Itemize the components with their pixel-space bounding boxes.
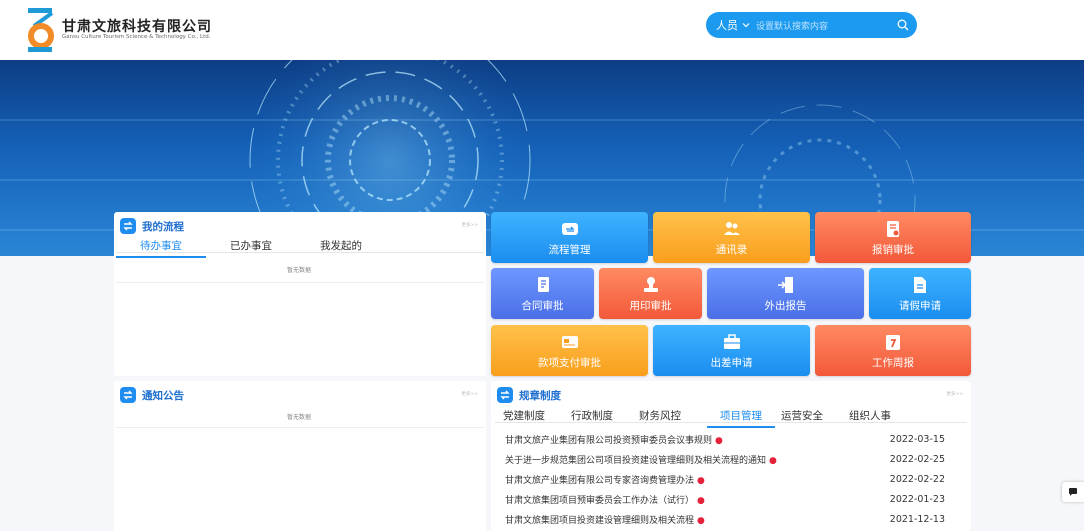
tile-label: 出差申请	[710, 357, 753, 369]
divider	[495, 422, 967, 423]
rule-title[interactable]: 甘肃文旅集团项目预审委员会工作办法（试行）	[505, 496, 694, 506]
tab-done[interactable]: 已办事宜	[206, 238, 296, 258]
tile-business-trip[interactable]: 出差申请	[653, 325, 810, 376]
rule-date: 2022-03-15	[889, 433, 945, 445]
top-header: 甘肃文旅科技有限公司 Gansu Culture Tourism Science…	[0, 0, 1084, 60]
rule-date: 2022-01-23	[889, 494, 945, 506]
search-bar: 人员 设置默认搜索内容	[706, 12, 917, 38]
list-item[interactable]: 关于进一步规范集团公司项目投资建设管理细则及相关流程的通知 ● 2022-02-25	[505, 449, 945, 469]
new-dot-icon: ●	[697, 516, 705, 527]
tab-todo[interactable]: 待办事宜	[116, 238, 206, 258]
search-icon[interactable]	[897, 19, 909, 31]
refresh-icon	[120, 387, 136, 403]
workflow-panel-header: 我的流程	[120, 218, 184, 234]
rules-panel: 规章制度 更多>> 党建制度 行政制度 财务风控 项目管理 运营安全 组织人事 …	[491, 381, 971, 531]
tile-label: 通讯录	[715, 244, 748, 256]
empty-state: 暂无数据	[287, 414, 312, 421]
payment-icon	[561, 336, 578, 348]
list-item[interactable]: 甘肃文旅集团项目投资建设管理细则及相关流程 ● 2021-12-13	[505, 510, 945, 530]
tab-operations-safety[interactable]: 运营安全	[781, 408, 849, 428]
tile-payment-approval[interactable]: 款项支付审批	[491, 325, 648, 376]
new-dot-icon: ●	[715, 435, 723, 446]
chat-float-button[interactable]	[1062, 482, 1084, 502]
tile-flow-management[interactable]: 流程管理	[491, 212, 648, 263]
refresh-icon	[120, 218, 136, 234]
seal-icon	[643, 277, 658, 292]
rule-title[interactable]: 甘肃文旅产业集团有限公司投资预审委员会议事规则	[505, 436, 712, 446]
tab-initiated[interactable]: 我发起的	[296, 238, 386, 258]
tab-administration[interactable]: 行政制度	[571, 408, 639, 428]
rule-date: 2021-12-13	[889, 514, 945, 526]
divider	[116, 252, 484, 253]
search-category-select[interactable]: 人员	[716, 17, 738, 33]
company-name: 甘肃文旅科技有限公司	[62, 19, 212, 35]
panel-title: 规章制度	[519, 389, 561, 402]
new-dot-icon: ●	[697, 496, 705, 507]
tab-personnel[interactable]: 组织人事	[849, 408, 917, 428]
tile-reimbursement[interactable]: 报销审批	[815, 212, 971, 263]
workflow-panel: 我的流程 更多>> 待办事宜 已办事宜 我发起的 暂无数据	[114, 212, 486, 376]
refresh-icon	[497, 387, 513, 403]
more-link[interactable]: 更多>>	[461, 391, 478, 397]
reimburse-icon	[887, 221, 900, 237]
exit-icon	[777, 277, 793, 293]
chat-icon	[1069, 488, 1077, 496]
tile-label: 外出报告	[764, 300, 807, 312]
more-link[interactable]: 更多>>	[946, 391, 963, 397]
rule-title[interactable]: 关于进一步规范集团公司项目投资建设管理细则及相关流程的通知	[505, 456, 766, 466]
flow-icon	[561, 223, 578, 235]
panel-title: 通知公告	[142, 389, 184, 402]
tile-label: 工作周报	[872, 357, 914, 369]
tile-label: 合同审批	[521, 300, 564, 312]
tab-project-management[interactable]: 项目管理	[707, 408, 775, 428]
workflow-tabs: 待办事宜 已办事宜 我发起的	[116, 238, 386, 258]
rules-tabs: 党建制度 行政制度 财务风控 项目管理 运营安全 组织人事	[503, 408, 917, 428]
tile-contract-approval[interactable]: 合同审批	[491, 268, 594, 319]
more-link[interactable]: 更多>>	[461, 222, 478, 228]
chevron-down-icon[interactable]	[742, 21, 750, 29]
rule-date: 2022-02-25	[889, 453, 945, 465]
tab-finance-risk[interactable]: 财务风控	[639, 408, 707, 428]
tile-label: 款项支付审批	[538, 357, 601, 369]
tab-party-building[interactable]: 党建制度	[503, 408, 571, 428]
rules-list: 甘肃文旅产业集团有限公司投资预审委员会议事规则 ● 2022-03-15 关于进一步…	[505, 429, 945, 530]
contacts-icon	[723, 222, 740, 235]
tile-label: 请假申请	[899, 300, 941, 312]
rules-panel-header: 规章制度	[497, 387, 561, 403]
list-item[interactable]: 甘肃文旅产业集团有限公司投资预审委员会议事规则 ● 2022-03-15	[505, 429, 945, 449]
search-input[interactable]: 设置默认搜索内容	[756, 19, 897, 32]
company-name-en: Gansu Culture Tourism Science & Technolo…	[62, 34, 211, 40]
tile-outing-report[interactable]: 外出报告	[707, 268, 864, 319]
tile-leave-request[interactable]: 请假申请	[869, 268, 971, 319]
tile-weekly-report[interactable]: 工作周报	[815, 325, 971, 376]
divider	[116, 282, 484, 283]
rule-title[interactable]: 甘肃文旅产业集团有限公司专家咨询费管理办法	[505, 476, 694, 486]
empty-state: 暂无数据	[287, 267, 312, 274]
briefcase-icon	[723, 334, 740, 349]
contract-icon	[537, 277, 549, 292]
company-logo[interactable]	[26, 8, 56, 52]
new-dot-icon: ●	[697, 475, 705, 486]
rule-date: 2022-02-22	[889, 473, 945, 485]
list-item[interactable]: 甘肃文旅产业集团有限公司专家咨询费管理办法 ● 2022-02-22	[505, 469, 945, 489]
calendar-icon	[886, 335, 900, 350]
new-dot-icon: ●	[769, 455, 777, 466]
tile-seal-approval[interactable]: 用印审批	[599, 268, 702, 319]
tile-label: 报销审批	[872, 244, 914, 256]
rule-title[interactable]: 甘肃文旅集团项目投资建设管理细则及相关流程	[505, 516, 694, 526]
tile-label: 流程管理	[548, 244, 591, 256]
notice-panel-header: 通知公告	[120, 387, 184, 403]
divider	[116, 427, 484, 428]
panel-title: 我的流程	[142, 220, 184, 233]
notice-panel: 通知公告 更多>> 暂无数据	[114, 381, 486, 531]
list-item[interactable]: 甘肃文旅集团项目预审委员会工作办法（试行） ● 2022-01-23	[505, 490, 945, 510]
tile-label: 用印审批	[629, 300, 672, 312]
tile-contacts[interactable]: 通讯录	[653, 212, 810, 263]
leave-icon	[914, 277, 926, 293]
